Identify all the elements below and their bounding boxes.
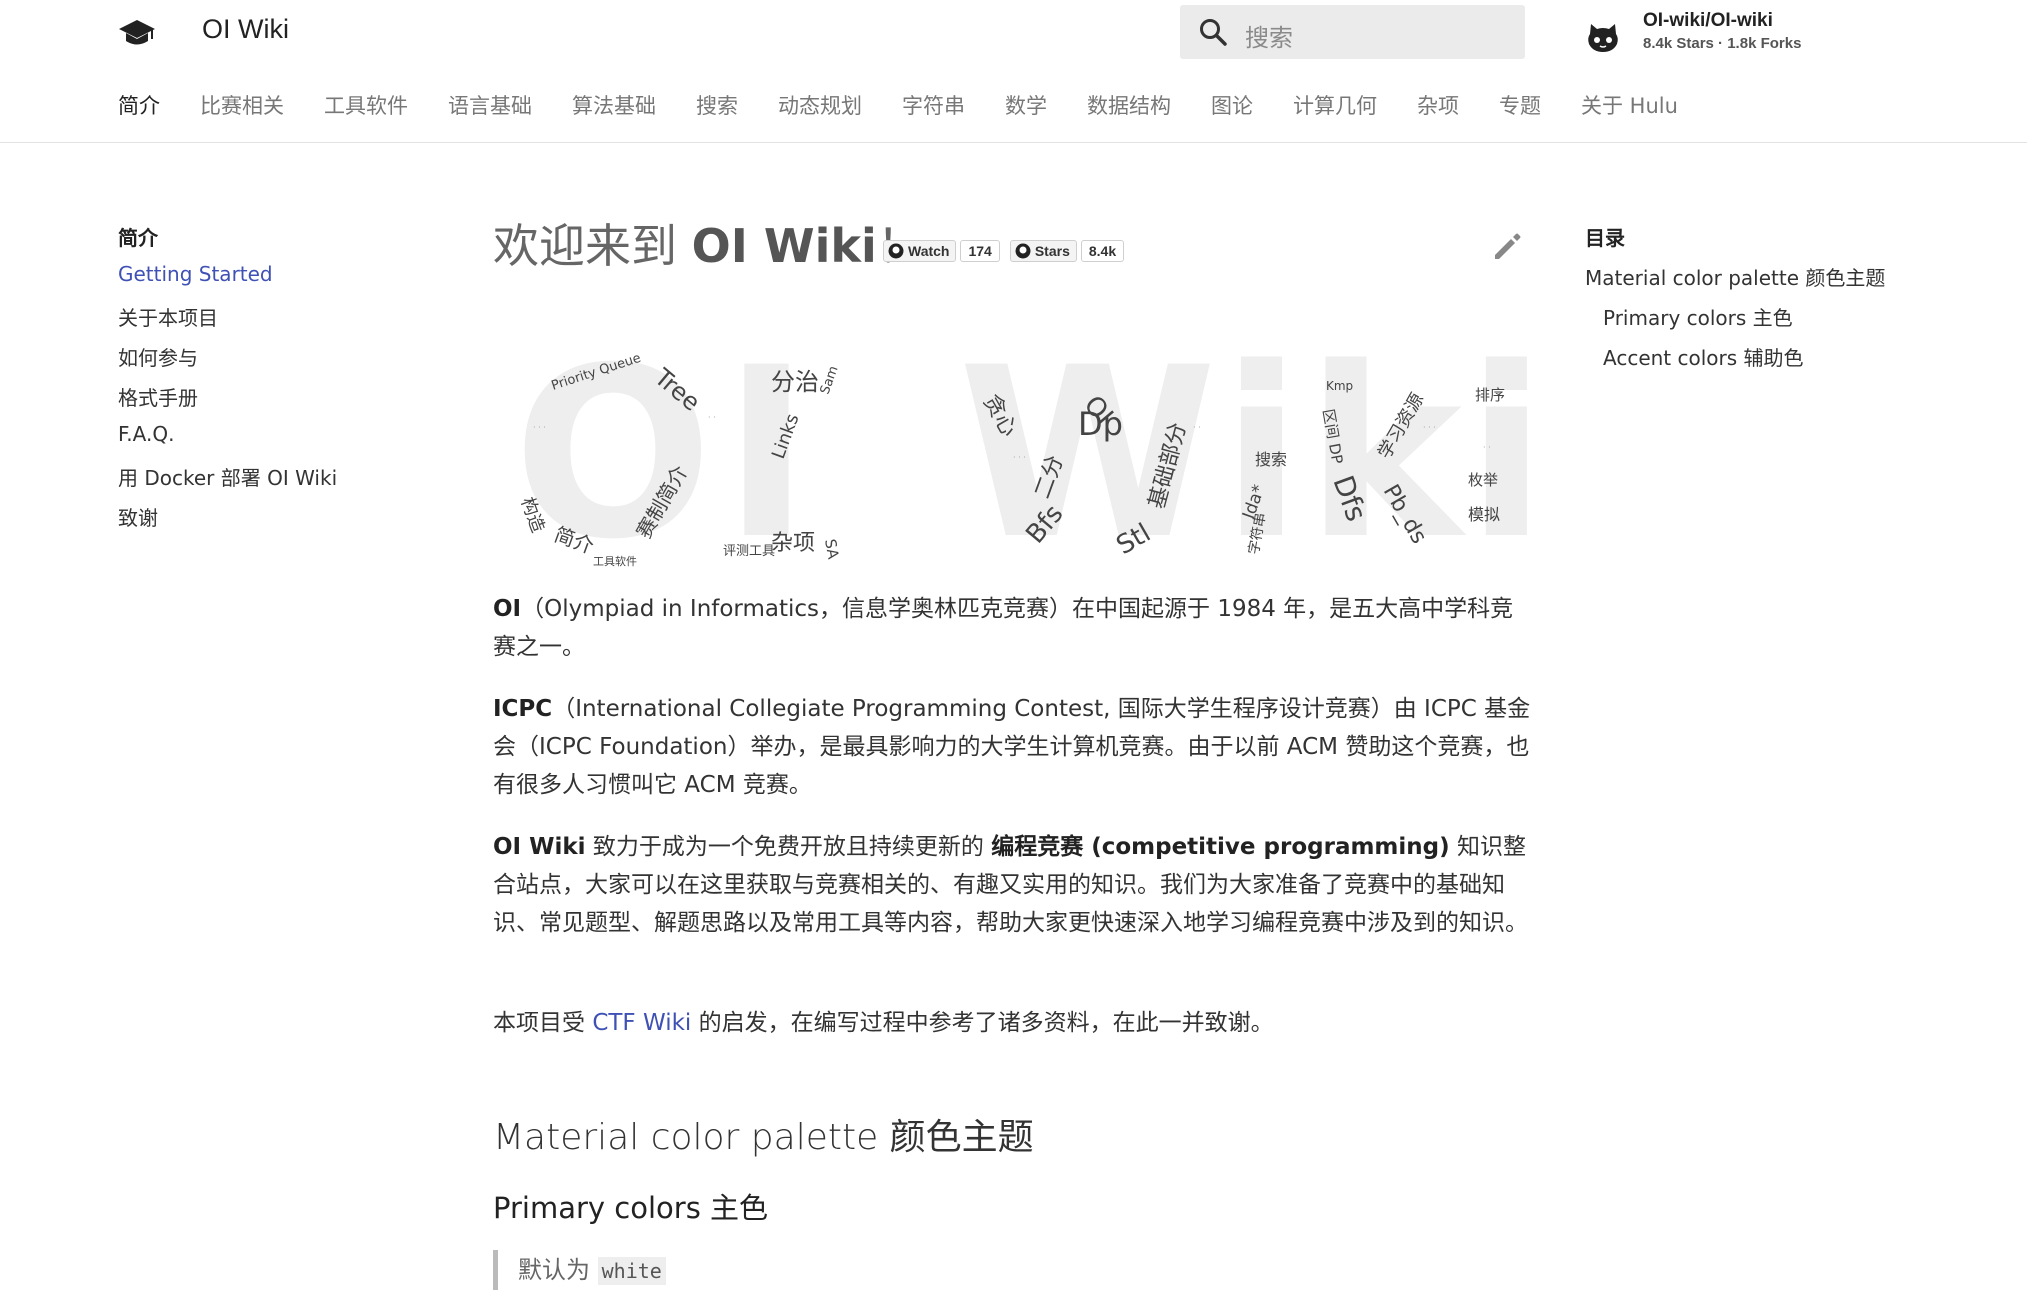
tab-tools[interactable]: 工具软件 — [324, 90, 408, 126]
site-title[interactable]: OI Wiki — [202, 14, 289, 45]
watch-label: Watch — [908, 243, 950, 259]
nav-item-about[interactable]: 关于本项目 — [118, 302, 418, 330]
wordcloud-word: 评测工具 — [723, 544, 775, 559]
oi-description: （Olympiad in Informatics，信息学奥林匹克竞赛）在中国起源… — [493, 596, 1514, 660]
tab-graph[interactable]: 图论 — [1211, 90, 1253, 126]
nav-item-thanks[interactable]: 致谢 — [118, 502, 418, 530]
tab-search[interactable]: 搜索 — [696, 90, 738, 126]
nav-item-docker[interactable]: 用 Docker 部署 OI Wiki — [118, 462, 418, 490]
toc-heading: 目录 — [1585, 226, 1625, 250]
svg-text:· · ·: · · · — [1423, 423, 1436, 432]
page-title-prefix: 欢迎来到 — [493, 219, 692, 273]
tab-data-structures[interactable]: 数据结构 — [1087, 90, 1171, 126]
thanks-text-pre: 本项目受 — [493, 1010, 593, 1036]
main-content: 欢迎来到 OI Wiki！ Watch 174 Stars 8.4k .big … — [493, 210, 1533, 1290]
github-icon — [888, 243, 904, 259]
stars-count: 8.4k — [1080, 240, 1125, 262]
left-nav-heading[interactable]: 简介 — [118, 222, 418, 250]
toc-item-primary-colors[interactable]: Primary colors 主色 — [1585, 302, 2005, 330]
watch-count: 174 — [960, 240, 1000, 262]
tab-about-hulu[interactable]: 关于 Hulu — [1581, 90, 1678, 126]
search-icon — [1200, 19, 1227, 46]
tab-contest[interactable]: 比赛相关 — [200, 90, 284, 126]
wordcloud-word: 工具软件 — [593, 554, 637, 568]
tab-dp[interactable]: 动态规划 — [778, 90, 862, 126]
tab-geometry[interactable]: 计算几何 — [1293, 90, 1377, 126]
wordcloud-word: 枚举 — [1468, 471, 1498, 489]
left-nav: 简介 Getting Started 关于本项目 如何参与 格式手册 F.A.Q… — [118, 222, 418, 542]
wordcloud-word: 杂项 — [771, 531, 815, 556]
search-box[interactable]: 搜索 — [1180, 5, 1525, 59]
repo-stats: 8.4k Stars · 1.8k Forks — [1643, 35, 1802, 52]
github-icon — [1015, 243, 1031, 259]
tab-misc[interactable]: 杂项 — [1417, 90, 1459, 126]
edit-pencil-icon[interactable] — [1490, 230, 1524, 264]
tab-basic-algorithms[interactable]: 算法基础 — [572, 90, 656, 126]
thanks-text-post: 的启发，在编写过程中参考了诸多资料，在此一并致谢。 — [691, 1010, 1274, 1036]
search-input[interactable]: 搜索 — [1245, 18, 1293, 53]
repo-name: OI-wiki/OI-wiki — [1643, 10, 1773, 31]
wordcloud-word: 排序 — [1475, 386, 1505, 404]
svg-text:· ·: · · — [708, 413, 716, 422]
github-badges: Watch 174 Stars 8.4k — [883, 240, 1125, 262]
stars-badge[interactable]: Stars 8.4k — [1009, 240, 1125, 262]
oiwiki-text-1: 致力于成为一个免费开放且持续更新的 — [585, 834, 992, 860]
github-icon — [1588, 24, 1618, 52]
wordcloud-word: 模拟 — [1468, 505, 1500, 524]
toc-item-accent-colors[interactable]: Accent colors 辅助色 — [1585, 342, 2005, 370]
tab-intro[interactable]: 简介 — [118, 90, 160, 126]
oi-term: OI — [493, 596, 522, 622]
oiwiki-term: OI Wiki — [493, 834, 586, 860]
wordcloud-word: Kmp — [1326, 379, 1353, 393]
section-heading-color-palette: Material color palette 颜色主题 — [493, 1117, 1034, 1158]
tab-string[interactable]: 字符串 — [902, 90, 965, 126]
tab-math[interactable]: 数学 — [1005, 90, 1047, 126]
graduation-cap-icon[interactable] — [117, 16, 157, 52]
intro-paragraph-oiwiki: OI Wiki 致力于成为一个免费开放且持续更新的 编程竞赛 (competit… — [493, 828, 1533, 942]
svg-text:· · ·: · · · — [533, 423, 546, 432]
stars-label: Stars — [1034, 243, 1070, 259]
wordcloud-word: Sam — [818, 364, 842, 396]
blockquote-default: 默认为 white — [493, 1250, 666, 1290]
table-of-contents: 目录 Material color palette 颜色主题 Primary c… — [1585, 222, 2005, 382]
section-heading-primary-colors: Primary colors 主色 — [493, 1191, 769, 1225]
wordcloud-word: SA — [821, 538, 842, 562]
intro-paragraph-icpc: ICPC（International Collegiate Programmin… — [493, 690, 1533, 804]
intro-paragraph-thanks: 本项目受 CTF Wiki 的启发，在编写过程中参考了诸多资料，在此一并致谢。 — [493, 1004, 1533, 1042]
oi-wiki-wordcloud-banner: .big { font-family:"DejaVu Sans", sans-s… — [513, 340, 1533, 570]
quote-code: white — [597, 1257, 666, 1285]
tab-language[interactable]: 语言基础 — [448, 90, 532, 126]
svg-text:· ·: · · — [1483, 443, 1491, 452]
ctf-wiki-link[interactable]: CTF Wiki — [592, 1010, 691, 1036]
wordcloud-word: 分治 — [771, 368, 819, 396]
svg-text:· · ·: · · · — [1013, 453, 1026, 462]
nav-item-format[interactable]: 格式手册 — [118, 382, 418, 410]
icpc-term: ICPC — [493, 696, 553, 722]
watch-badge[interactable]: Watch 174 — [883, 240, 1000, 262]
top-tabs: 简介 比赛相关 工具软件 语言基础 算法基础 搜索 动态规划 字符串 数学 数据… — [118, 90, 1718, 126]
nav-item-faq[interactable]: F.A.Q. — [118, 422, 418, 448]
page-title-bold: OI Wiki — [691, 219, 877, 273]
nav-item-getting-started[interactable]: Getting Started — [118, 262, 418, 288]
wordcloud-word: 搜索 — [1255, 450, 1287, 469]
repo-link[interactable]: OI-wiki/OI-wiki 8.4k Stars · 1.8k Forks — [1583, 10, 2003, 60]
tab-topics[interactable]: 专题 — [1499, 90, 1541, 126]
competitive-programming-term: 编程竞赛 (competitive programming) — [991, 834, 1450, 860]
site-header: OI Wiki 搜索 OI-wiki/OI-wiki 8.4k Stars · … — [0, 0, 2027, 143]
intro-paragraph-oi: OI（Olympiad in Informatics，信息学奥林匹克竞赛）在中国… — [493, 590, 1533, 666]
icpc-description: （International Collegiate Programming Co… — [493, 696, 1531, 798]
svg-text:· ·: · · — [1193, 423, 1201, 432]
nav-item-contribute[interactable]: 如何参与 — [118, 342, 418, 370]
toc-item-color-palette[interactable]: Material color palette 颜色主题 — [1585, 262, 2005, 290]
quote-text: 默认为 — [518, 1256, 598, 1284]
